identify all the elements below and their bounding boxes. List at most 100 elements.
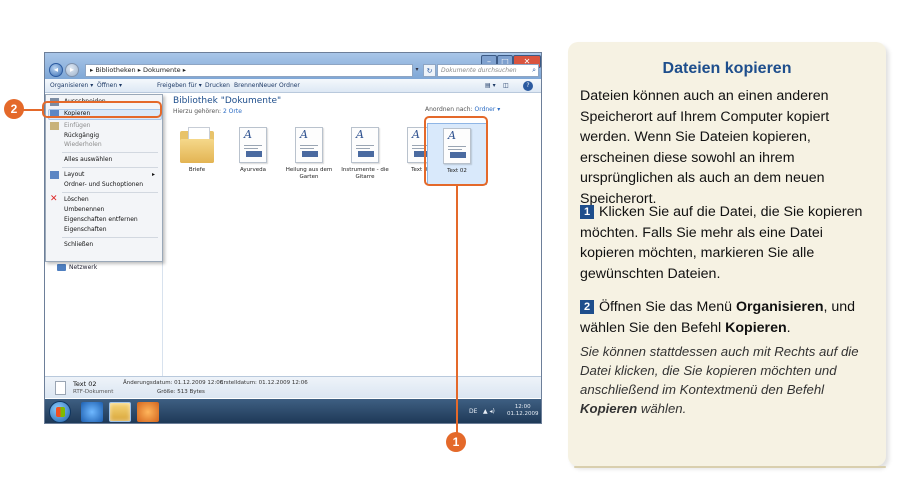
back-arrow-icon[interactable]: ◂ bbox=[49, 63, 63, 77]
tray-icons[interactable]: ▲ ◂) bbox=[483, 408, 495, 415]
open-button[interactable]: Öffnen ▾ bbox=[97, 82, 122, 89]
copy-highlight-frame bbox=[42, 101, 162, 118]
file-item[interactable]: Briefe bbox=[167, 127, 227, 174]
panel-title: Dateien kopieren bbox=[662, 60, 792, 77]
step-number-badge: 1 bbox=[580, 205, 594, 219]
language-indicator[interactable]: DE bbox=[469, 408, 477, 415]
nav-network-label: Netzwerk bbox=[69, 264, 98, 271]
details-created: Erstelldatum: 01.12.2009 12:06 bbox=[220, 380, 308, 386]
document-icon: A bbox=[295, 127, 323, 163]
print-button[interactable]: Drucken bbox=[205, 82, 230, 89]
taskbar: DE ▲ ◂) 12:00 01.12.2009 bbox=[45, 399, 541, 423]
menu-item-undo[interactable]: Rückgängig bbox=[64, 132, 99, 139]
media-player-icon[interactable] bbox=[137, 402, 159, 422]
details-file-name: Text 02 bbox=[73, 380, 97, 388]
step-number-badge: 2 bbox=[580, 300, 594, 314]
menu-item-redo[interactable]: Wiederholen bbox=[64, 141, 102, 148]
note-text-c: wählen. bbox=[637, 401, 687, 416]
details-modified: Änderungsdatum: 01.12.2009 12:06 bbox=[123, 380, 224, 386]
library-subtitle: Hierzu gehören: 2 Orte bbox=[173, 108, 242, 115]
file-label: Instrumente - die Gitarre bbox=[341, 167, 389, 180]
menu-item-properties[interactable]: Eigenschaften bbox=[64, 226, 107, 233]
library-locations-link[interactable]: 2 Orte bbox=[223, 108, 242, 115]
search-input[interactable]: Dokumente durchsuchen ⌕ bbox=[437, 64, 539, 77]
file-label: Ayurveda bbox=[240, 167, 266, 173]
start-button[interactable] bbox=[49, 401, 71, 423]
delete-icon: ✕ bbox=[50, 194, 58, 204]
step-1-text: Klicken Sie auf die Datei, die Sie kopie… bbox=[580, 204, 863, 282]
details-pane: Text 02 RTF-Dokument Änderungsdatum: 01.… bbox=[45, 376, 541, 398]
menu-item-close[interactable]: Schließen bbox=[64, 241, 93, 248]
chevron-down-icon[interactable]: ▾ bbox=[411, 64, 423, 77]
callout-number-1: 1 bbox=[446, 432, 466, 452]
clock-date: 01.12.2009 bbox=[507, 411, 539, 417]
document-icon bbox=[55, 381, 66, 395]
help-icon[interactable]: ? bbox=[523, 81, 533, 91]
preview-pane-icon[interactable]: ◫ bbox=[503, 82, 509, 89]
file-item[interactable]: A Instrumente - die Gitarre bbox=[335, 127, 395, 181]
menu-item-paste[interactable]: Einfügen bbox=[64, 122, 90, 129]
burn-button[interactable]: Brennen bbox=[234, 82, 259, 89]
organize-menu-button[interactable]: Organisieren ▾ bbox=[50, 82, 93, 89]
layout-icon bbox=[50, 171, 59, 179]
details-file-type: RTF-Dokument bbox=[73, 389, 114, 395]
callout-line bbox=[456, 186, 458, 434]
details-size: Größe: 513 Bytes bbox=[157, 389, 205, 395]
folder-icon bbox=[180, 127, 214, 163]
menu-item-remove-properties[interactable]: Eigenschaften entfernen bbox=[64, 216, 138, 223]
panel-step-1: 1 Klicken Sie auf die Datei, die Sie kopi… bbox=[580, 202, 878, 284]
step-2-text-b: Organisieren bbox=[735, 299, 824, 315]
panel-note: Sie können stattdessen auch mit Rechts a… bbox=[580, 342, 878, 418]
command-bar: Organisieren ▾ Öffnen ▾ Freigeben für ▾ … bbox=[45, 79, 541, 93]
view-options-icon[interactable]: ▤ ▾ bbox=[485, 82, 496, 89]
note-text-a: Sie können stattdessen auch mit Rechts a… bbox=[580, 344, 859, 397]
menu-separator bbox=[62, 192, 158, 193]
menu-item-delete[interactable]: Löschen bbox=[64, 196, 89, 203]
menu-item-select-all[interactable]: Alles auswählen bbox=[64, 156, 112, 163]
menu-item-folder-options[interactable]: Ordner- und Suchoptionen bbox=[64, 181, 143, 188]
menu-separator bbox=[62, 167, 158, 168]
menu-item-layout[interactable]: Layout bbox=[64, 171, 84, 178]
step-2-text-e: . bbox=[786, 319, 791, 336]
network-icon bbox=[57, 264, 66, 271]
panel-intro: Dateien können auch an einen anderen Spe… bbox=[580, 88, 830, 207]
file-label: Heilung aus dem Garten bbox=[285, 167, 333, 180]
search-icon: ⌕ bbox=[532, 66, 536, 74]
submenu-arrow-icon: ▸ bbox=[152, 171, 156, 178]
panel-accent bbox=[574, 466, 886, 468]
organize-menu: Ausschneiden Kopieren Einfügen Rückgängi… bbox=[45, 94, 163, 262]
nav-item-network[interactable]: Netzwerk bbox=[57, 264, 97, 271]
forward-arrow-icon[interactable]: ▸ bbox=[65, 63, 79, 77]
arrange-by: Anordnen nach: Ordner ▾ bbox=[425, 106, 500, 113]
internet-explorer-icon[interactable] bbox=[81, 402, 103, 422]
panel-step-2: 2 Öffnen Sie das Menü Organisieren, und w… bbox=[580, 297, 878, 338]
share-button[interactable]: Freigeben für ▾ bbox=[157, 82, 202, 89]
arrange-by-dropdown[interactable]: Ordner ▾ bbox=[474, 106, 500, 113]
title-bar: – □ ✕ ◂ ▸ ▸ Bibliotheken ▸ Dokumente ▸ ▾… bbox=[45, 53, 541, 79]
menu-separator bbox=[62, 152, 158, 153]
windows-logo-icon bbox=[56, 407, 65, 417]
address-bar[interactable]: ▸ Bibliotheken ▸ Dokumente ▸ bbox=[85, 64, 413, 77]
file-label: Briefe bbox=[188, 167, 206, 173]
callout-number-2: 2 bbox=[4, 99, 24, 119]
paste-icon bbox=[50, 122, 59, 130]
menu-separator bbox=[62, 237, 158, 238]
file-highlight-frame bbox=[424, 116, 488, 186]
step-2-text-a: Öffnen Sie das Menü bbox=[599, 299, 736, 315]
arrange-by-label: Anordnen nach: bbox=[425, 106, 473, 113]
refresh-icon[interactable]: ↻ bbox=[423, 64, 436, 77]
note-text-b: Kopieren bbox=[580, 401, 638, 416]
new-folder-button[interactable]: Neuer Ordner bbox=[259, 82, 300, 89]
library-subtitle-prefix: Hierzu gehören: bbox=[173, 108, 222, 115]
step-2-text-d: Kopieren bbox=[725, 319, 787, 336]
file-item[interactable]: A Heilung aus dem Garten bbox=[279, 127, 339, 181]
file-item[interactable]: A Ayurveda bbox=[223, 127, 283, 174]
info-panel: Dateien kopieren Dateien können auch an … bbox=[568, 42, 886, 468]
document-icon: A bbox=[351, 127, 379, 163]
library-title: Bibliothek "Dokumente" bbox=[173, 96, 282, 106]
clock[interactable]: 12:00 01.12.2009 bbox=[507, 404, 539, 418]
document-icon: A bbox=[239, 127, 267, 163]
search-placeholder: Dokumente durchsuchen bbox=[441, 67, 517, 74]
explorer-taskbar-icon[interactable] bbox=[109, 402, 131, 422]
menu-item-rename[interactable]: Umbenennen bbox=[64, 206, 104, 213]
